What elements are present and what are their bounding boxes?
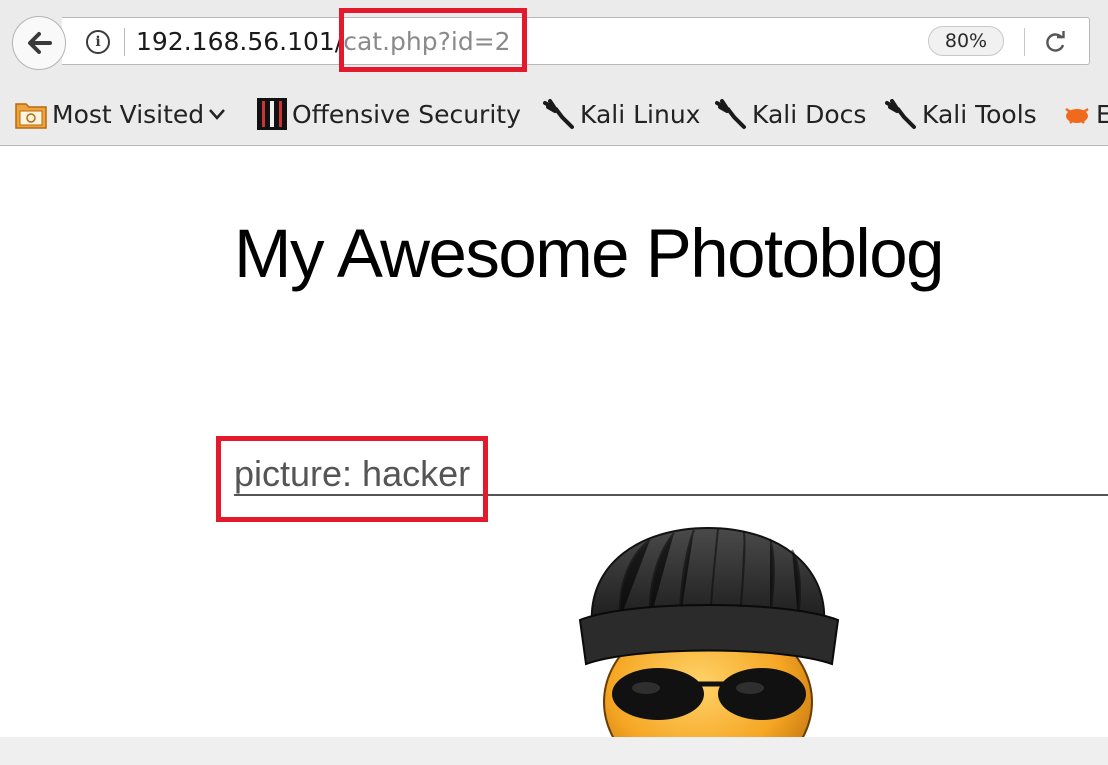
caption-highlight-box — [216, 436, 488, 522]
url-host: 192.168.56.101/ — [136, 27, 344, 56]
bookmark-label: Offensive Security — [292, 99, 521, 129]
hacker-picture — [570, 524, 850, 738]
status-bar — [0, 737, 1108, 765]
browser-toolbar: i 192.168.56.101/cat.php?id=2 80% — [0, 0, 1108, 84]
bookmark-kali-docs[interactable]: Kali Docs — [714, 94, 866, 134]
bookmark-label: Kali Tools — [922, 99, 1037, 129]
bookmark-most-visited[interactable]: Most Visited — [14, 94, 228, 134]
kali-dragon-icon — [884, 97, 918, 131]
kali-dragon-icon — [714, 97, 748, 131]
exploit-db-icon — [1062, 99, 1092, 129]
back-button[interactable] — [12, 16, 66, 70]
zoom-separator — [1024, 28, 1025, 56]
bookmark-offensive-security[interactable]: Offensive Security — [256, 94, 521, 134]
kali-dragon-icon — [542, 97, 576, 131]
bookmark-label: Kali Linux — [580, 99, 701, 129]
back-arrow-icon — [28, 32, 52, 54]
bookmark-label: Most Visited — [52, 99, 205, 129]
reload-button[interactable] — [1040, 26, 1072, 58]
bookmark-kali-linux[interactable]: Kali Linux — [542, 94, 700, 134]
bookmarks-toolbar: Most Visited Offensive Security Kali Lin… — [0, 84, 1108, 146]
offensive-security-icon — [256, 97, 288, 131]
reload-icon — [1046, 31, 1065, 52]
chevron-down-icon — [209, 109, 226, 120]
url-highlight-box — [339, 8, 527, 72]
bookmark-kali-tools[interactable]: Kali Tools — [884, 94, 1037, 134]
info-icon[interactable]: i — [86, 30, 110, 54]
page-title: My Awesome Photoblog — [234, 215, 945, 292]
zoom-level-button[interactable]: 80% — [928, 26, 1004, 56]
bookmark-exploit-db[interactable]: E — [1062, 94, 1108, 134]
bookmark-label: E — [1096, 100, 1108, 129]
bookmark-label: Kali Docs — [752, 99, 867, 129]
address-bar[interactable]: i 192.168.56.101/cat.php?id=2 80% — [62, 17, 1090, 65]
folder-icon — [14, 98, 48, 130]
address-separator — [124, 28, 125, 56]
